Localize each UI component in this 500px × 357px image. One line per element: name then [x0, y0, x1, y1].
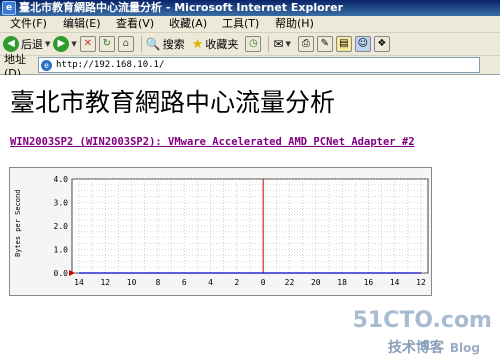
toolbar-separator — [268, 36, 270, 52]
menu-file[interactable]: 文件(F) — [0, 16, 53, 32]
watermark-line2-a: 技术博客 — [387, 340, 444, 356]
x-tick-label: 12 — [100, 278, 110, 287]
x-tick-label: 10 — [127, 278, 137, 287]
address-bar: 地址(D) e http://192.168.10.1/ — [0, 53, 500, 80]
x-tick-label: 8 — [156, 278, 161, 287]
page-icon: e — [41, 59, 52, 71]
page-title: 臺北市教育網路中心流量分析 — [10, 88, 336, 117]
y-tick-label: 4.0 — [54, 175, 69, 184]
discuss-icon[interactable]: ▤ — [335, 36, 352, 52]
favorites-star-icon: ★ — [191, 36, 204, 52]
edit-icon[interactable]: ✎ — [316, 36, 333, 52]
x-tick-label: 18 — [337, 278, 347, 287]
search-label: 搜索 — [162, 38, 185, 51]
refresh-icon[interactable]: ↻ — [98, 36, 115, 52]
window-title: 臺北市教育網路中心流量分析 - Microsoft Internet Explo… — [19, 1, 343, 14]
watermark-site: 51CTO.com — [352, 308, 492, 333]
x-tick-label: 16 — [364, 278, 374, 287]
interface-link[interactable]: WIN2003SP2 (WIN2003SP2): VMware Accelera… — [10, 136, 415, 148]
watermark-line2-b: Blog — [449, 341, 480, 355]
menu-view[interactable]: 查看(V) — [106, 16, 159, 32]
mail-button[interactable]: ✉ ▼ — [273, 34, 290, 54]
search-button[interactable]: 🔍 搜索 — [146, 34, 185, 54]
page-content: 臺北市教育網路中心流量分析 WIN2003SP2 (WIN2003SP2): V… — [0, 75, 500, 356]
menu-help[interactable]: 帮助(H) — [265, 16, 318, 32]
y-tick-label: 3.0 — [54, 199, 69, 208]
window-titlebar: e 臺北市教育網路中心流量分析 - Microsoft Internet Exp… — [0, 0, 500, 16]
menu-tools[interactable]: 工具(T) — [212, 16, 265, 32]
y-tick-label: 0.0 — [54, 269, 69, 278]
menu-bar: 文件(F) 编辑(E) 查看(V) 收藏(A) 工具(T) 帮助(H) — [0, 16, 500, 33]
x-tick-label: 4 — [208, 278, 213, 287]
watermark-blog: 技术博客 Blog — [388, 337, 480, 357]
x-tick-label: 20 — [311, 278, 321, 287]
x-tick-label: 2 — [234, 278, 239, 287]
x-tick-label: 14 — [74, 278, 84, 287]
stop-icon[interactable]: ✕ — [79, 36, 96, 52]
y-tick-label: 2.0 — [54, 222, 69, 231]
x-tick-label: 22 — [285, 278, 295, 287]
forward-button[interactable]: ▶ ▼ — [53, 34, 77, 54]
mail-dropdown-icon[interactable]: ▼ — [285, 40, 290, 48]
search-icon: 🔍 — [145, 37, 161, 51]
toolbar: ◀ 后退 ▼ ▶ ▼ ✕ ↻ ⌂ 🔍 搜索 ★ 收藏夹 ◷ ✉ ▼ ⎙ ✎ ▤ … — [0, 33, 500, 56]
x-tick-label: 12 — [416, 278, 426, 287]
favorites-button[interactable]: ★ 收藏夹 — [192, 34, 239, 54]
research-icon[interactable]: ❖ — [373, 36, 390, 52]
address-input[interactable]: e http://192.168.10.1/ — [38, 57, 480, 73]
menu-edit[interactable]: 编辑(E) — [53, 16, 106, 32]
mail-icon: ✉ — [273, 37, 284, 51]
ie-app-icon: e — [2, 1, 16, 15]
y-tick-label: 1.0 — [54, 246, 69, 255]
home-icon[interactable]: ⌂ — [117, 36, 134, 52]
toolbar-separator — [140, 36, 142, 52]
back-dropdown-icon[interactable]: ▼ — [45, 40, 50, 48]
print-icon[interactable]: ⎙ — [297, 36, 314, 52]
x-tick-label: 6 — [182, 278, 187, 287]
menu-favorites[interactable]: 收藏(A) — [159, 16, 212, 32]
messenger-icon[interactable]: ☺ — [354, 36, 371, 52]
favorites-label: 收藏夹 — [205, 38, 239, 51]
forward-arrow-icon: ▶ — [53, 36, 70, 52]
forward-dropdown-icon[interactable]: ▼ — [71, 40, 76, 48]
traffic-graph: Bytes per Second 4.0 3.0 2.0 1.0 0.0 14 12 10 8 6… — [9, 167, 432, 296]
x-tick-label: 14 — [390, 278, 400, 287]
address-url: http://192.168.10.1/ — [56, 60, 165, 70]
x-tick-label: 0 — [261, 278, 266, 287]
traffic-chart: 4.03.02.01.00.014 12 10 8 6 4 2 0 22 20 18 16 14 12 — [54, 175, 429, 287]
history-icon[interactable]: ◷ — [245, 36, 262, 52]
